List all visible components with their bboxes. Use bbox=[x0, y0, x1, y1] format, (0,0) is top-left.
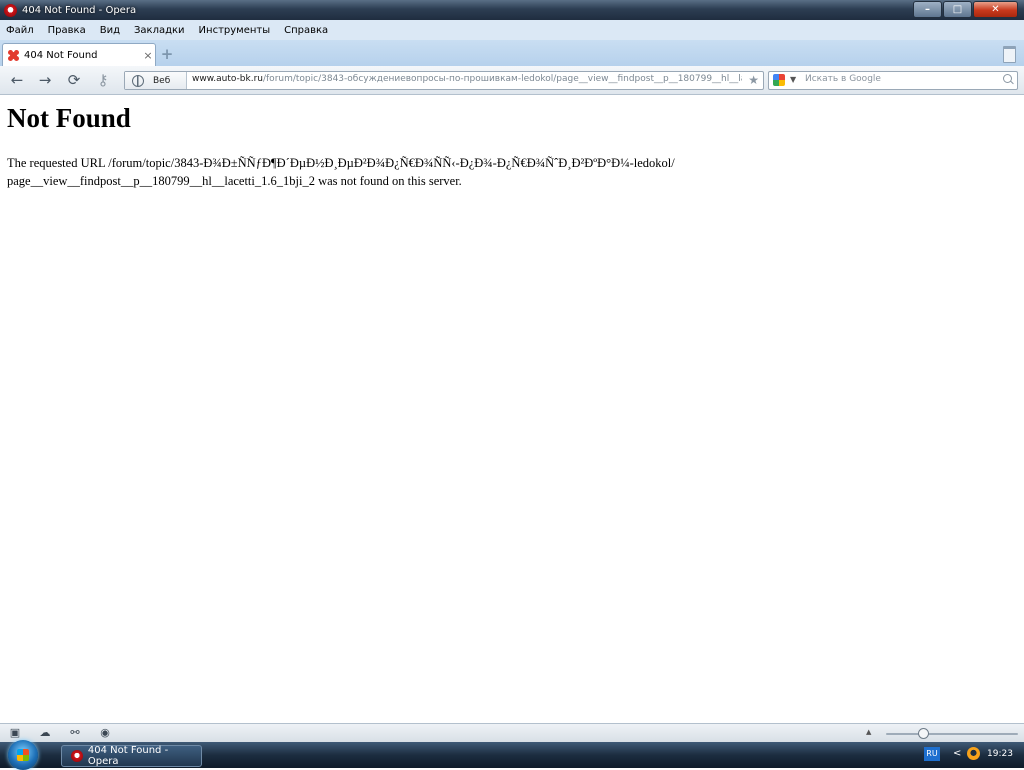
close-button[interactable]: ✕ bbox=[973, 1, 1018, 18]
window-controls: – □ ✕ bbox=[912, 1, 1018, 18]
window-title: 404 Not Found - Opera bbox=[22, 4, 137, 16]
forward-icon[interactable]: → bbox=[36, 71, 54, 89]
search-placeholder: Искать в Google bbox=[805, 74, 881, 84]
menu-view[interactable]: Вид bbox=[93, 25, 127, 36]
unite-icon[interactable]: ⚯ bbox=[69, 727, 81, 738]
tray-opera-icon[interactable] bbox=[967, 747, 980, 760]
error-message-line-2: page__view__findpost__p__180799__hl__lac… bbox=[7, 174, 462, 188]
language-indicator[interactable]: RU bbox=[924, 747, 940, 761]
menu-tools[interactable]: Инструменты bbox=[192, 25, 278, 36]
taskbar-item-label: 404 Not Found - Opera bbox=[87, 745, 169, 767]
address-url[interactable]: www.auto-bk.ru/forum/topic/3843-обсужден… bbox=[192, 74, 742, 84]
page-title: Not Found bbox=[7, 103, 131, 133]
opera-favicon-icon bbox=[7, 49, 20, 62]
window-titlebar[interactable]: 404 Not Found - Opera – □ ✕ bbox=[0, 0, 1024, 20]
trash-icon[interactable] bbox=[1003, 46, 1016, 63]
turbo-icon[interactable]: ◉ bbox=[99, 727, 111, 738]
opera-logo-icon bbox=[4, 3, 17, 17]
site-info-label: Веб bbox=[153, 75, 171, 86]
zoom-up-icon[interactable]: ▲ bbox=[866, 728, 871, 736]
page-content: Not Found The requested URL /forum/topic… bbox=[0, 95, 1024, 723]
url-path: /forum/topic/3843-обсуждениевопросы-по-п… bbox=[262, 74, 742, 84]
new-tab-icon[interactable]: + bbox=[160, 47, 174, 62]
menu-file[interactable]: Файл bbox=[0, 25, 41, 36]
error-message-line-1: The requested URL /forum/topic/3843-Ð¾Ð±… bbox=[7, 156, 675, 170]
start-button[interactable] bbox=[8, 740, 38, 770]
url-host: www.auto-bk.ru bbox=[192, 74, 263, 84]
menu-bar: Файл Правка Вид Закладки Инструменты Спр… bbox=[0, 20, 1024, 40]
menu-edit[interactable]: Правка bbox=[41, 25, 93, 36]
taskbar: 404 Not Found - Opera RU < 19:23 bbox=[0, 740, 1024, 770]
reload-icon[interactable]: ⟳ bbox=[65, 71, 83, 89]
search-field[interactable]: ▼ Искать в Google bbox=[768, 71, 1018, 90]
tab-close-icon[interactable]: × bbox=[141, 49, 155, 62]
taskbar-item-opera[interactable]: 404 Not Found - Opera bbox=[61, 745, 202, 767]
menu-bookmarks[interactable]: Закладки bbox=[127, 25, 192, 36]
tab-404-not-found[interactable]: 404 Not Found × bbox=[2, 43, 156, 67]
globe-icon bbox=[132, 74, 144, 87]
key-icon[interactable]: ⚷ bbox=[94, 71, 112, 89]
panel-toggle-icon[interactable]: ▣ bbox=[9, 727, 21, 738]
navigation-bar: ← → ⟳ ⚷ Веб www.auto-bk.ru/forum/topic/3… bbox=[0, 66, 1024, 95]
tab-label: 404 Not Found bbox=[24, 50, 98, 61]
google-icon[interactable] bbox=[773, 74, 785, 86]
tab-bar: 404 Not Found × + bbox=[0, 40, 1024, 67]
tray-expand-icon[interactable]: < bbox=[953, 748, 961, 759]
cloud-icon[interactable]: ☁ bbox=[39, 727, 51, 738]
search-icon[interactable] bbox=[1003, 74, 1012, 83]
menu-help[interactable]: Справка bbox=[277, 25, 335, 36]
opera-taskbar-icon bbox=[71, 750, 83, 762]
clock[interactable]: 19:23 bbox=[987, 749, 1013, 759]
minimize-button[interactable]: – bbox=[913, 1, 942, 18]
maximize-button[interactable]: □ bbox=[943, 1, 972, 18]
zoom-slider[interactable] bbox=[886, 733, 1018, 735]
zoom-slider-handle[interactable] bbox=[918, 728, 929, 739]
error-message: The requested URL /forum/topic/3843-Ð¾Ð±… bbox=[7, 154, 1007, 190]
status-bar: ▣ ☁ ⚯ ◉ ▲ bbox=[0, 723, 1024, 743]
site-info-badge[interactable]: Веб bbox=[125, 72, 187, 89]
back-icon[interactable]: ← bbox=[8, 71, 26, 89]
address-field[interactable]: Веб www.auto-bk.ru/forum/topic/3843-обсу… bbox=[124, 71, 764, 90]
bookmark-star-icon[interactable]: ★ bbox=[748, 73, 759, 87]
search-engine-dropdown-icon[interactable]: ▼ bbox=[790, 75, 796, 84]
